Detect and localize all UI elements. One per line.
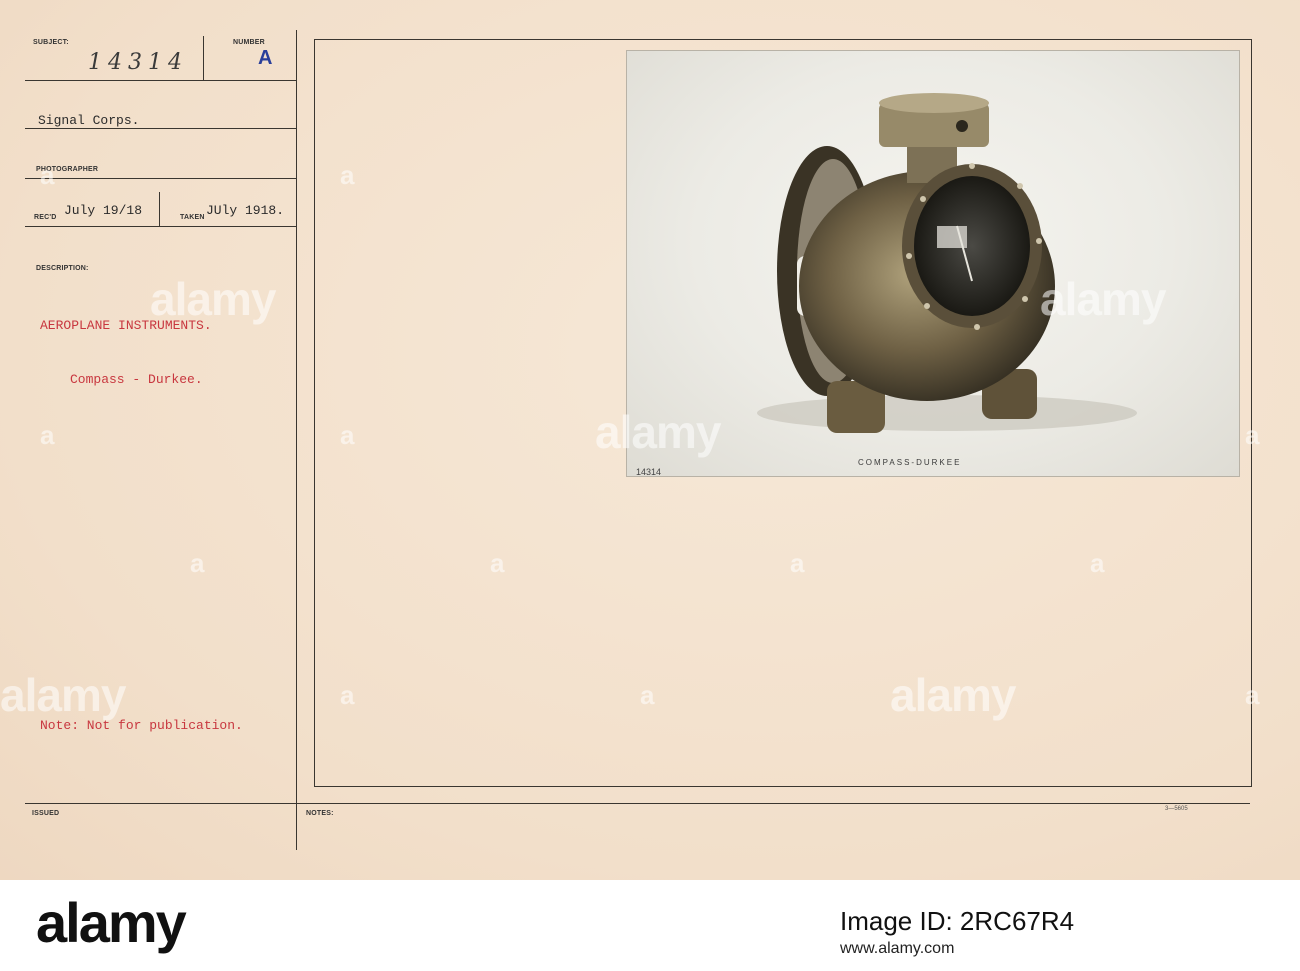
recd-label: REC'D bbox=[34, 214, 57, 221]
watermark-mark: a bbox=[790, 548, 805, 578]
taken-value: JUly 1918. bbox=[206, 203, 285, 218]
issued-label: ISSUED bbox=[32, 810, 60, 817]
watermark-mark: a bbox=[340, 680, 355, 710]
description-item: Compass - Durkee. bbox=[70, 372, 203, 387]
watermark-mark: a bbox=[190, 548, 205, 578]
form-code: 3—5605 bbox=[1165, 806, 1188, 812]
notes-label: NOTES: bbox=[306, 810, 334, 817]
photo-caption: COMPASS-DURKEE bbox=[858, 458, 962, 467]
taken-label: TAKEN bbox=[180, 214, 205, 221]
rule-dates-divider bbox=[159, 192, 160, 226]
record-card: SUBJECT: NUMBER 14314 A Signal Corps. PH… bbox=[0, 0, 1300, 880]
watermark-mark: a bbox=[40, 160, 55, 190]
column-divider bbox=[296, 30, 297, 850]
watermark-mark: a bbox=[40, 420, 55, 450]
photo-negative-number: 14314 bbox=[636, 467, 662, 477]
subject-label: SUBJECT: bbox=[33, 39, 69, 46]
rule-unit bbox=[25, 128, 297, 129]
footer-website: www.alamy.com bbox=[840, 940, 955, 957]
rule-subject-divider bbox=[203, 36, 204, 80]
watermark-logo: alamy bbox=[1040, 273, 1166, 325]
description-label: DESCRIPTION: bbox=[36, 265, 89, 272]
watermark-mark: a bbox=[1245, 680, 1260, 710]
watermark-mark: a bbox=[1245, 420, 1260, 450]
number-label: NUMBER bbox=[233, 39, 265, 46]
footer-logo: alamy bbox=[36, 891, 187, 954]
rule-bottom bbox=[25, 803, 1250, 804]
subject-handwritten: 14314 bbox=[88, 50, 188, 75]
recd-value: July 19/18 bbox=[64, 203, 143, 218]
watermark-mark: a bbox=[640, 680, 655, 710]
rule-dates bbox=[25, 226, 297, 227]
number-stamp: A bbox=[258, 47, 273, 69]
watermark-logo: alamy bbox=[890, 669, 1016, 721]
watermark-mark: a bbox=[340, 420, 355, 450]
unit-text: Signal Corps. bbox=[38, 113, 140, 128]
watermark-logo: alamy bbox=[595, 406, 721, 458]
rule-subject bbox=[25, 80, 297, 81]
footer-image-id: Image ID: 2RC67R4 bbox=[840, 906, 1075, 936]
watermark-logo: alamy bbox=[0, 669, 126, 721]
watermark-mark: a bbox=[1090, 548, 1105, 578]
watermark-mark: a bbox=[490, 548, 505, 578]
watermark-logo: alamy bbox=[150, 273, 276, 325]
watermark-mark: a bbox=[340, 160, 355, 190]
rule-photographer bbox=[25, 178, 297, 179]
